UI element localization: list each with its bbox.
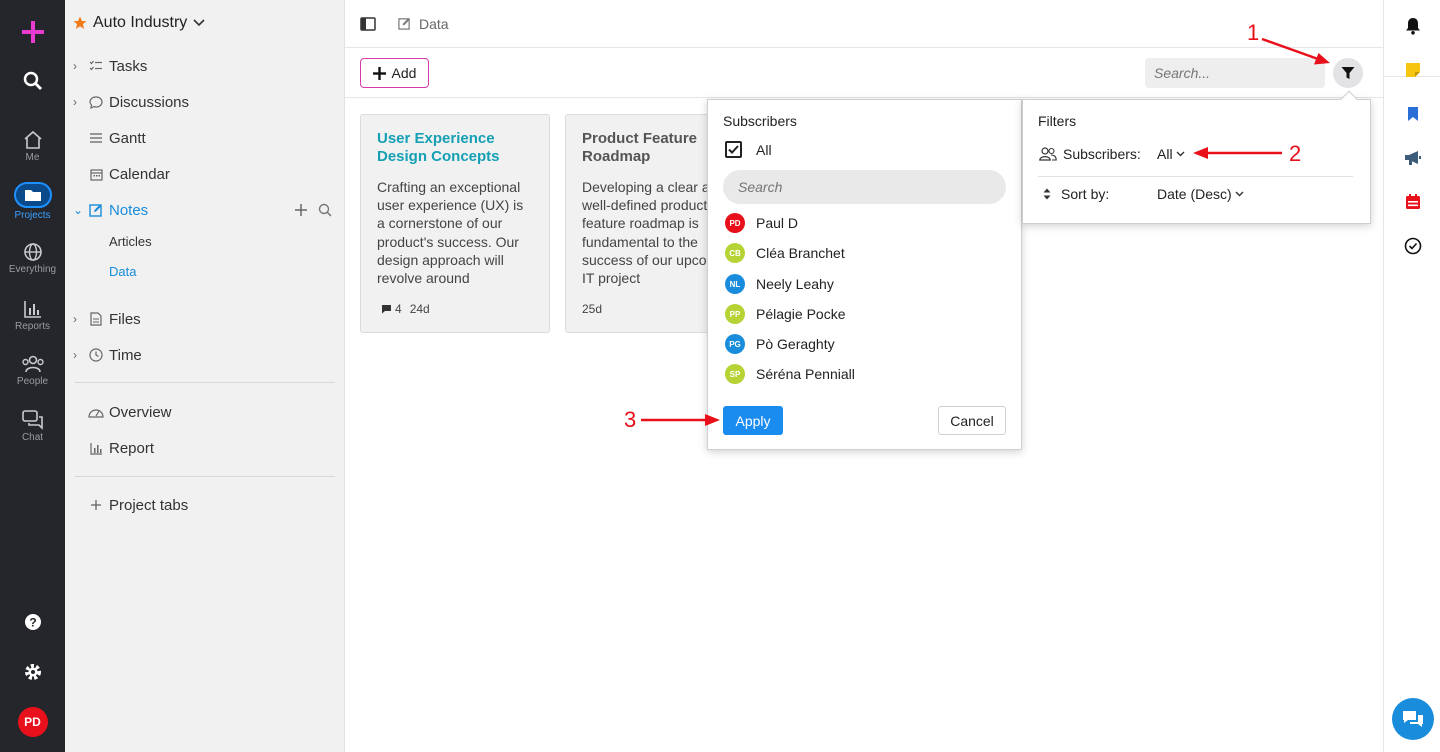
annotation-arrow-3 — [641, 414, 720, 426]
annotation-arrows — [641, 37, 1330, 426]
annotation-arrow-2 — [1193, 147, 1282, 159]
annotation-arrow-1 — [1261, 37, 1330, 65]
